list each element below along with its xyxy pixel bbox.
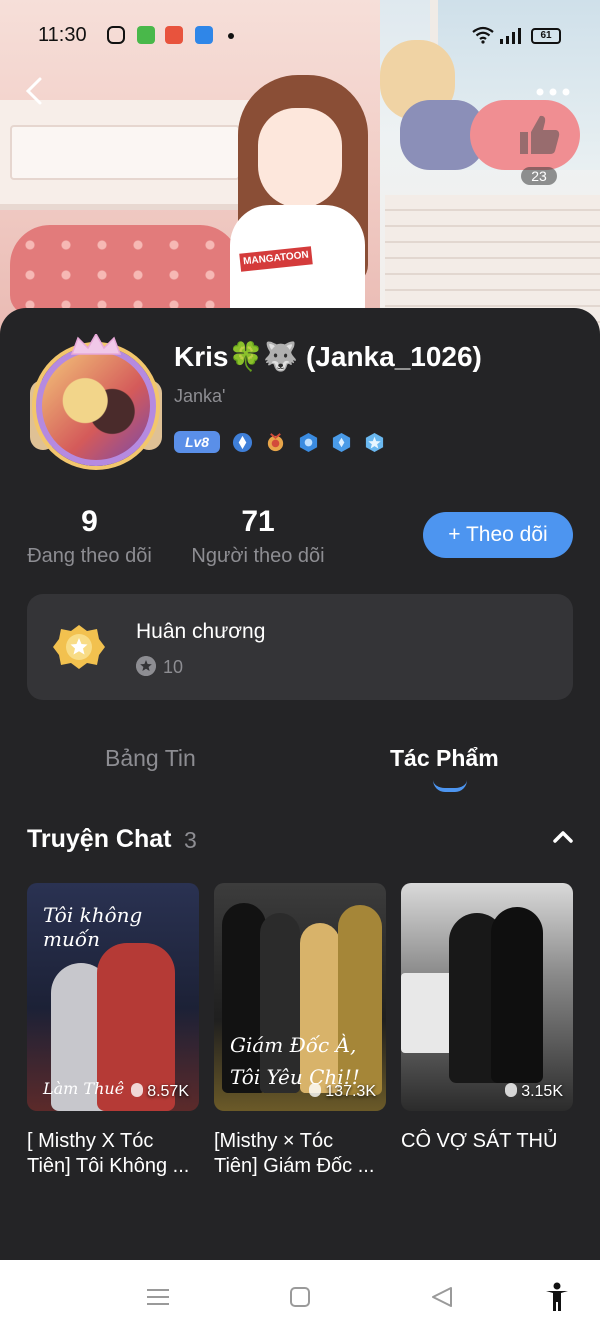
story-title-line: [Misthy × Tóc <box>214 1130 334 1152</box>
fire-icon <box>309 1083 322 1097</box>
hexagon-badge-icon-2[interactable] <box>331 432 352 453</box>
story-title: [ Misthy X Tóc Tiên] Tôi Không ... <box>27 1129 199 1179</box>
story-title-line: CÔ VỢ SÁT THỦ <box>401 1130 558 1152</box>
banner-drawer <box>10 125 240 180</box>
story-card[interactable]: Tôi không muốn Làm Thuê 8.57K [ Misthy X… <box>27 883 199 1179</box>
fire-icon <box>505 1083 518 1097</box>
status-time: 11:30 <box>38 24 87 46</box>
following-stat[interactable]: 9 Đang theo dõi <box>27 505 152 568</box>
story-views-value: 3.15K <box>521 1083 563 1100</box>
section-count: 3 <box>184 827 197 853</box>
fire-icon <box>131 1083 144 1097</box>
story-title-line: Tiên] Giám Đốc ... <box>214 1155 375 1177</box>
back-button[interactable] <box>24 76 54 106</box>
medals-title: Huân chương <box>136 620 266 643</box>
story-cover[interactable]: Giám Đốc À, Tôi Yêu Chị!! 137.3K <box>214 883 386 1111</box>
followers-stat[interactable]: 71 Người theo dõi <box>190 505 326 568</box>
battery-icon: 61 <box>531 28 561 44</box>
medal-badge-icon[interactable] <box>265 432 286 453</box>
cover-figure <box>491 907 543 1083</box>
story-title-line: Tiên] Tôi Không ... <box>27 1155 190 1177</box>
more-dots-icon <box>536 88 570 96</box>
thumbs-up-icon <box>520 115 560 154</box>
back-triangle-icon[interactable] <box>429 1286 455 1308</box>
following-label: Đang theo dõi <box>27 545 152 567</box>
followers-count: 71 <box>241 505 275 538</box>
following-count: 9 <box>81 505 98 538</box>
star-badge-icon[interactable] <box>364 432 385 453</box>
medals-card[interactable] <box>27 594 573 700</box>
story-views: 3.15K <box>505 1083 563 1101</box>
banner-stool <box>10 225 240 315</box>
tab-works[interactable]: Tác Phẩm <box>390 745 499 772</box>
avatar[interactable] <box>36 346 156 466</box>
medal-icon <box>53 625 105 669</box>
more-options-button[interactable] <box>535 78 575 102</box>
story-title-line: [ Misthy X Tóc <box>27 1130 154 1152</box>
level-badge[interactable]: Lv8 <box>174 431 220 453</box>
like-count: 23 <box>521 167 557 185</box>
like-button[interactable]: 23 <box>514 112 564 185</box>
home-square-icon[interactable] <box>287 1286 313 1308</box>
story-views: 8.57K <box>131 1083 189 1101</box>
section-title: Truyện Chat <box>27 825 172 853</box>
chevron-left-icon <box>25 77 42 105</box>
story-card[interactable]: Giám Đốc À, Tôi Yêu Chị!! 137.3K [Misthy… <box>214 883 386 1179</box>
chevron-up-icon[interactable] <box>552 828 574 844</box>
more-notifications-dot-icon <box>228 33 234 39</box>
profile-username: Janka' <box>174 386 226 406</box>
story-title: [Misthy × Tóc Tiên] Giám Đốc ... <box>214 1129 386 1179</box>
cover-text: Giám Đốc À, <box>230 1033 357 1057</box>
menu-icon[interactable] <box>145 1286 171 1308</box>
story-views-value: 137.3K <box>325 1083 376 1100</box>
status-bar: 11:30 61 <box>0 0 600 70</box>
cover-text-2: Làm Thuê <box>43 1079 125 1098</box>
star-circle-icon <box>136 656 156 676</box>
app-notification-icon <box>137 26 155 44</box>
avatar-crown-icon <box>70 334 122 355</box>
profile-name: Kris🍀🐺 (Janka_1026) <box>174 341 482 372</box>
story-cover[interactable]: Tôi không muốn Làm Thuê 8.57K <box>27 883 199 1111</box>
system-nav-bar <box>0 1260 600 1333</box>
followers-label: Người theo dõi <box>191 545 325 567</box>
follow-button[interactable]: + Theo dõi <box>423 512 573 558</box>
story-card[interactable]: 3.15K CÔ VỢ SÁT THỦ <box>401 883 573 1154</box>
story-views-value: 8.57K <box>147 1083 189 1100</box>
signal-icon <box>500 28 522 44</box>
tab-news-feed[interactable]: Bảng Tin <box>105 745 196 772</box>
app-notification-icon-3 <box>195 26 213 44</box>
story-cover[interactable]: 3.15K <box>401 883 573 1111</box>
app-notification-icon-2 <box>165 26 183 44</box>
story-views: 137.3K <box>309 1083 376 1101</box>
instagram-icon <box>107 26 125 44</box>
accessibility-icon[interactable] <box>543 1282 571 1312</box>
badge-row: Lv8 <box>174 431 385 453</box>
wifi-icon <box>472 26 494 49</box>
banner-character-face <box>258 108 342 208</box>
hexagon-badge-icon[interactable] <box>298 432 319 453</box>
medals-count: 10 <box>163 657 184 677</box>
story-title: CÔ VỢ SÁT THỦ <box>401 1129 573 1154</box>
diamond-badge-icon[interactable] <box>232 432 253 453</box>
